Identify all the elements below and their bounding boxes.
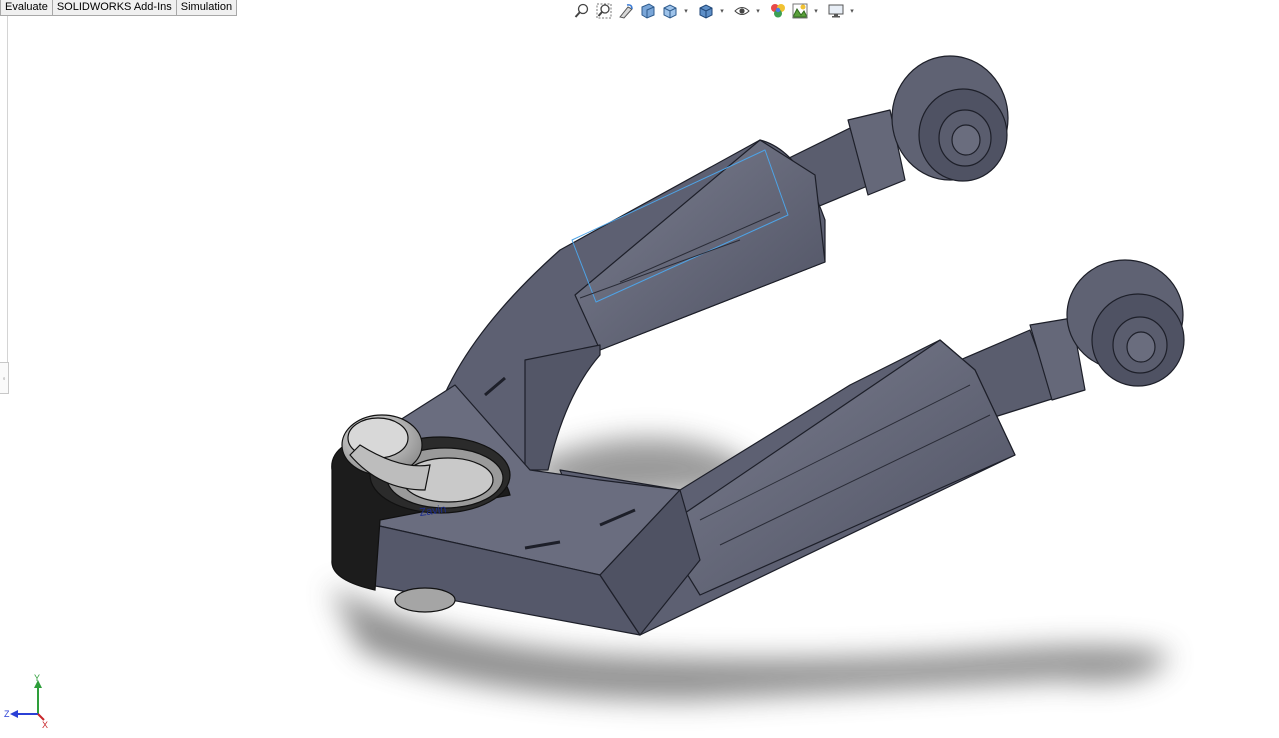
display-style-icon[interactable] — [696, 1, 716, 21]
tab-simulation[interactable]: Simulation — [175, 0, 238, 16]
graphics-viewport[interactable]: Zavin — [9, 16, 1279, 733]
lower-rod-end — [959, 259, 1185, 421]
panel-collapse-handle[interactable]: ◦ — [0, 362, 9, 394]
view-orientation-icon[interactable] — [660, 1, 680, 21]
triad-y-label: Y — [34, 674, 40, 683]
tab-evaluate[interactable]: Evaluate — [0, 0, 53, 16]
control-arm-model: Zavin — [330, 55, 1185, 700]
edit-appearance-icon[interactable] — [768, 1, 788, 21]
zoom-to-fit-icon[interactable] — [572, 1, 592, 21]
upper-rod-end — [784, 55, 1009, 213]
command-manager-tabs: Evaluate SOLIDWORKS Add-Ins Simulation — [0, 0, 238, 16]
heads-up-view-toolbar: ▾ ▾ ▾ ▾ ▾ — [572, 0, 860, 22]
upper-arm — [439, 139, 826, 471]
view-settings-icon[interactable] — [826, 1, 846, 21]
feature-manager-edge — [0, 16, 8, 394]
view-orientation-dropdown-icon[interactable]: ▾ — [682, 7, 690, 15]
apply-scene-icon[interactable] — [790, 1, 810, 21]
hide-show-items-icon[interactable] — [732, 1, 752, 21]
triad-x-label: X — [42, 720, 48, 730]
view-settings-dropdown-icon[interactable]: ▾ — [848, 7, 856, 15]
triad-z-label: Z — [4, 709, 10, 719]
display-style-dropdown-icon[interactable]: ▾ — [718, 7, 726, 15]
reference-triad[interactable]: Y Z X — [4, 673, 54, 730]
section-view-icon[interactable] — [638, 1, 658, 21]
tab-solidworks-add-ins[interactable]: SOLIDWORKS Add-Ins — [51, 0, 177, 16]
hide-show-dropdown-icon[interactable]: ▾ — [754, 7, 762, 15]
apply-scene-dropdown-icon[interactable]: ▾ — [812, 7, 820, 15]
zoom-to-area-icon[interactable] — [594, 1, 614, 21]
previous-view-icon[interactable] — [616, 1, 636, 21]
